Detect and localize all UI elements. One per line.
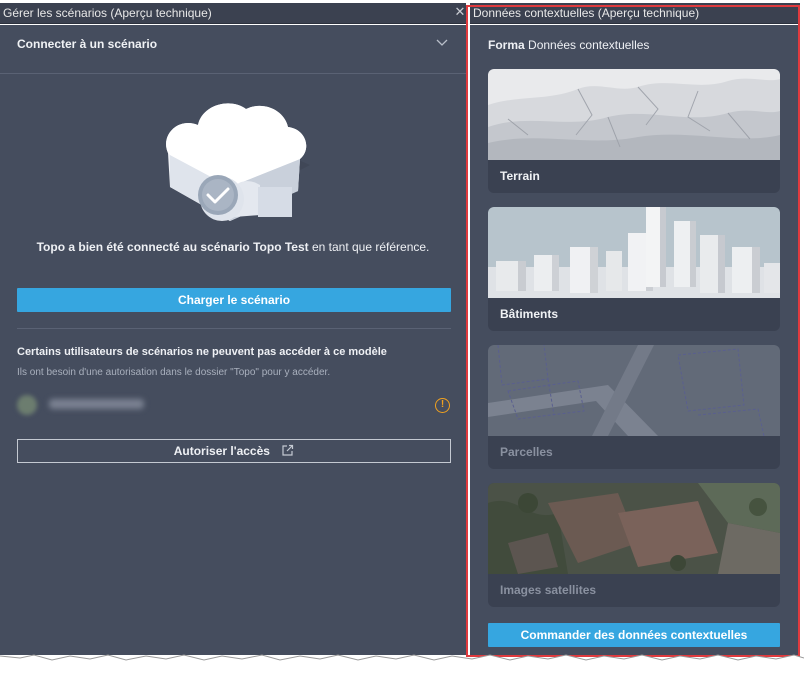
buildings-label: Bâtiments	[500, 307, 559, 321]
access-warning-title: Certains utilisateurs de scénarios ne pe…	[17, 346, 387, 358]
load-scenario-button[interactable]: Charger le scénario	[17, 288, 451, 312]
terrain-card[interactable]: Terrain	[488, 69, 780, 193]
connection-status-message: Topo a bien été connecté au scénario Top…	[0, 240, 466, 254]
parcels-thumbnail-icon	[488, 345, 780, 436]
authorize-access-label: Autoriser l'accès	[173, 444, 270, 458]
torn-paper-edge	[0, 654, 804, 684]
contextual-data-panel: Forma Données contextuelles Terrain Bâti…	[470, 25, 798, 655]
divider	[0, 73, 466, 74]
blurred-user-entry	[17, 393, 157, 415]
satellite-thumbnail-icon	[488, 483, 780, 574]
panel-heading: Forma Données contextuelles	[488, 38, 649, 52]
blurred-user-name	[49, 399, 144, 409]
terrain-thumbnail-icon	[488, 69, 780, 160]
satellite-card[interactable]: Images satellites	[488, 483, 780, 607]
scenario-panel: Connecter à un scénario Topo a bien été …	[0, 25, 466, 655]
access-warning-subtitle: Ils ont besoin d'une autorisation dans l…	[17, 367, 331, 378]
divider	[17, 328, 451, 329]
close-icon[interactable]: ✕	[454, 4, 466, 20]
heading-text: Données contextuelles	[524, 38, 650, 52]
order-contextual-data-button[interactable]: Commander des données contextuelles	[488, 623, 780, 647]
avatar	[17, 395, 37, 415]
left-window-title: Gérer les scénarios (Aperçu technique)	[3, 6, 212, 20]
cloud-link-illustration	[166, 103, 310, 221]
message-suffix: en tant que référence.	[308, 240, 430, 254]
buildings-thumbnail-icon	[488, 207, 780, 298]
buildings-card[interactable]: Bâtiments	[488, 207, 780, 331]
terrain-label: Terrain	[500, 169, 540, 183]
parcels-card[interactable]: Parcelles	[488, 345, 780, 469]
right-window-titlebar: Données contextuelles (Aperçu technique)	[470, 3, 800, 24]
warning-icon[interactable]: !	[435, 398, 450, 413]
right-window-title: Données contextuelles (Aperçu technique)	[473, 6, 700, 20]
authorize-access-button[interactable]: Autoriser l'accès	[17, 439, 451, 463]
satellite-label: Images satellites	[500, 583, 597, 597]
external-link-icon	[282, 444, 294, 456]
left-window-titlebar: Gérer les scénarios (Aperçu technique)	[0, 3, 466, 24]
chevron-down-icon[interactable]	[436, 39, 448, 47]
section-title[interactable]: Connecter à un scénario	[17, 37, 157, 51]
scenario-name: Topo Test	[253, 240, 309, 254]
parcels-label: Parcelles	[500, 445, 553, 459]
brand-name: Forma	[488, 38, 525, 52]
project-name: Topo a bien été connecté au scénario	[36, 240, 254, 254]
